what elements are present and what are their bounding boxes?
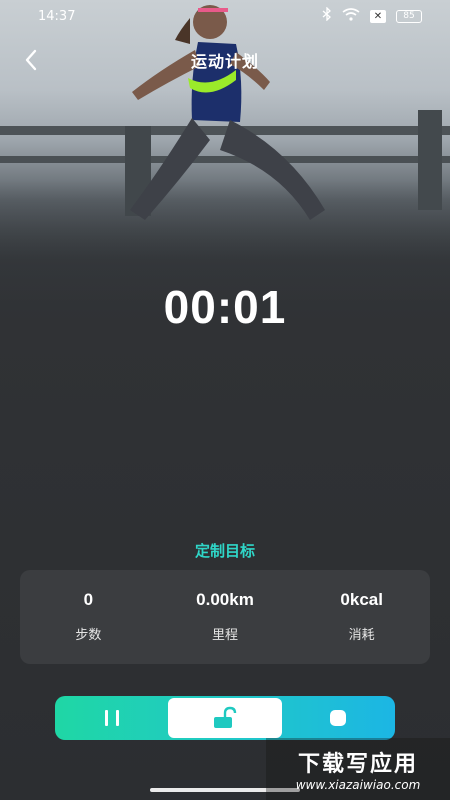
lock-button[interactable] [168, 698, 282, 738]
stop-icon [330, 710, 347, 726]
distance-label: 里程 [212, 628, 239, 643]
stat-steps: 0 步数 [20, 570, 157, 664]
status-bar: 14:37 ✕ 85 [0, 0, 450, 32]
status-time: 14:37 [38, 8, 76, 24]
stat-calories: 0kcal 消耗 [293, 570, 430, 664]
page-title: 运动计划 [190, 52, 259, 71]
stat-distance: 0.00km 里程 [157, 570, 294, 664]
pause-button[interactable] [55, 696, 168, 740]
custom-goal-link[interactable]: 定制目标 [0, 540, 450, 561]
unlock-icon [213, 706, 237, 728]
workout-control-bar [55, 696, 395, 740]
steps-label: 步数 [75, 628, 102, 643]
stop-button[interactable] [282, 696, 395, 740]
watermark-logo: 下载写应用 www.xiazaiwiao.com [266, 738, 450, 800]
sim-x-icon: ✕ [370, 9, 386, 23]
distance-value: 0.00km [196, 590, 254, 609]
steps-value: 0 [83, 590, 94, 609]
watermark-text: 下载写应用 [297, 752, 418, 777]
pause-icon [104, 710, 119, 726]
wifi-icon [342, 7, 360, 25]
watermark-url: www.xiazaiwiao.com [295, 778, 421, 792]
bluetooth-icon [322, 6, 332, 25]
calories-label: 消耗 [348, 628, 375, 643]
battery-icon: 85 [396, 9, 422, 23]
calories-value: 0kcal [340, 590, 383, 609]
stats-card: 0 步数 0.00km 里程 0kcal 消耗 [20, 570, 430, 664]
elapsed-timer: 00:01 [163, 281, 287, 333]
